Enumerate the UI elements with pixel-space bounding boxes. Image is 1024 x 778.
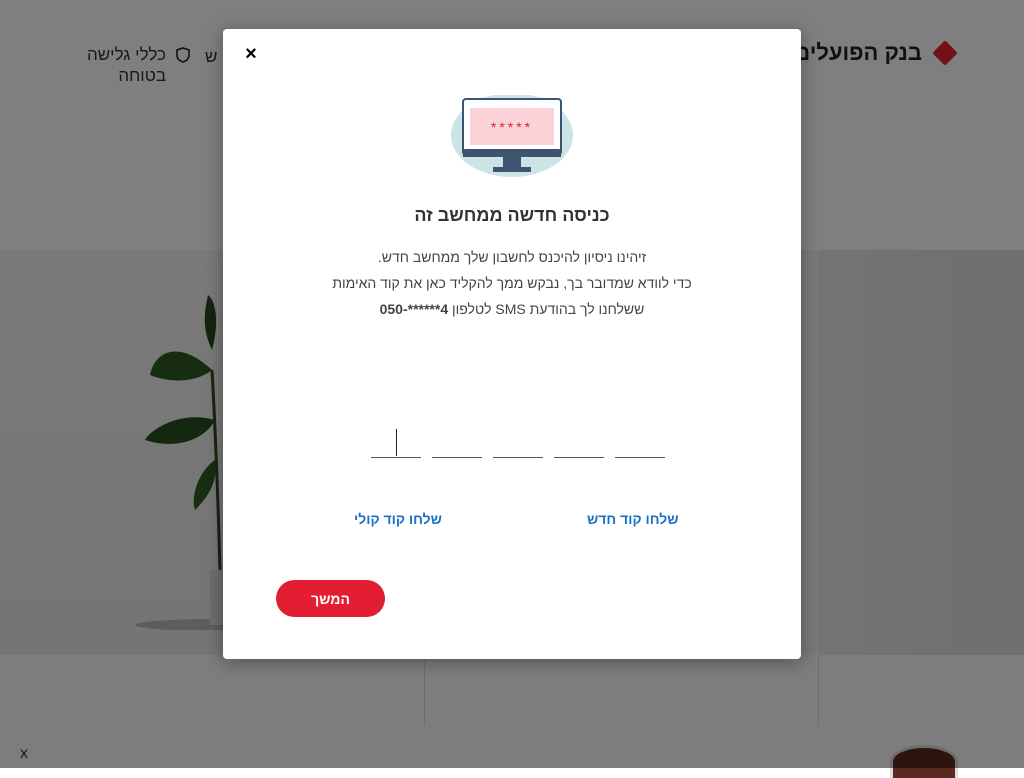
- otp-digit-input[interactable]: [554, 425, 604, 458]
- otp-digit-input[interactable]: [432, 425, 482, 458]
- modal-title: כניסה חדשה ממחשב זה: [414, 205, 610, 225]
- text-cursor: [396, 429, 397, 456]
- computer-password-icon: *****: [451, 95, 573, 177]
- voice-code-link[interactable]: שלחו קוד קולי: [354, 511, 442, 527]
- close-icon[interactable]: ×: [241, 43, 261, 65]
- verification-modal: × ***** כניסה חדשה ממחשב זה זיהינו ניסיו…: [223, 29, 801, 659]
- description-line: כדי לוודא שמדובר בך, נבקש ממך להקליד כאן…: [332, 275, 692, 291]
- resend-code-link[interactable]: שלחו קוד חדש: [587, 511, 679, 527]
- otp-digit-input[interactable]: [615, 425, 665, 458]
- otp-input-group: [371, 425, 665, 458]
- description-sms-text: ששלחנו לך בהודעת SMS לטלפון: [452, 301, 645, 317]
- continue-button[interactable]: המשך: [276, 580, 385, 617]
- password-mask: *****: [491, 119, 533, 135]
- masked-phone-number: 050-******4: [379, 301, 449, 317]
- modal-description: זיהינו ניסיון להיכנס לחשבון שלך ממחשב חד…: [223, 244, 801, 322]
- description-line: זיהינו ניסיון להיכנס לחשבון שלך ממחשב חד…: [377, 249, 647, 265]
- otp-digit-input[interactable]: [493, 425, 543, 458]
- description-line: ששלחנו לך בהודעת SMS לטלפון 050-******4: [223, 296, 801, 322]
